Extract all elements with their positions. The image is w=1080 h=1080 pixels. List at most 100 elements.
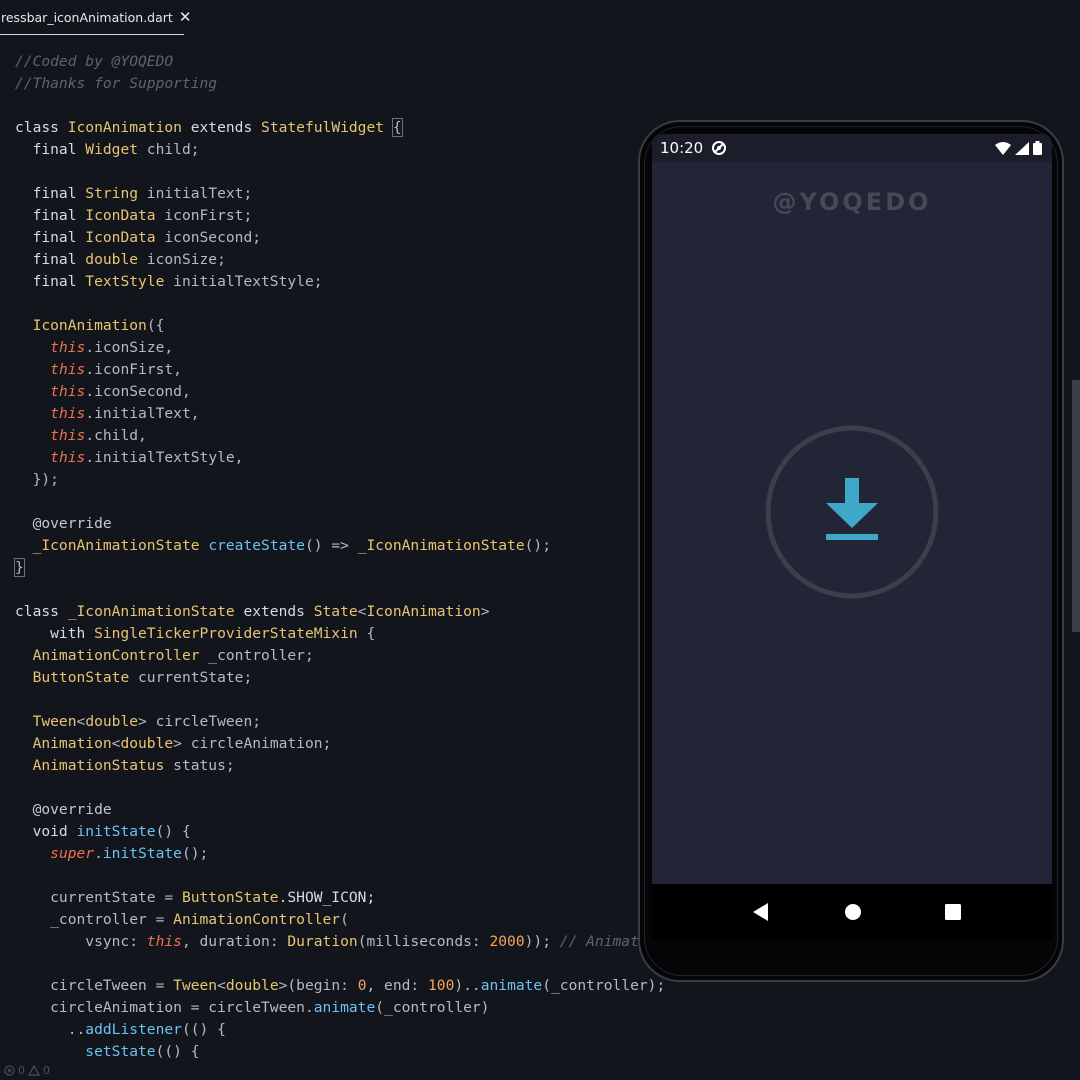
code-line[interactable]: final TextStyle initialTextStyle; xyxy=(15,271,665,293)
warning-count: 0 xyxy=(43,1064,50,1077)
editor-tab[interactable]: ressbar_iconAnimation.dart ✕ xyxy=(0,0,191,35)
code-line[interactable] xyxy=(15,865,665,887)
code-token: _IconAnimationState xyxy=(67,603,235,620)
code-token: AnimationController xyxy=(32,647,200,664)
code-line[interactable] xyxy=(15,689,665,711)
code-token: class xyxy=(15,603,68,620)
code-line[interactable]: _controller = AnimationController( xyxy=(15,909,665,931)
code-token: final xyxy=(15,273,86,290)
code-line[interactable] xyxy=(15,953,665,975)
code-line[interactable]: final IconData iconSecond; xyxy=(15,227,665,249)
code-token: this xyxy=(50,383,86,400)
code-line[interactable]: void initState() { xyxy=(15,821,665,843)
code-token: extends xyxy=(234,603,314,620)
download-button[interactable] xyxy=(764,424,940,600)
code-line[interactable]: @override xyxy=(15,799,665,821)
code-token: IconAnimation xyxy=(366,603,481,620)
code-line[interactable]: this.initialText, xyxy=(15,403,665,425)
code-line[interactable]: final Widget child; xyxy=(15,139,665,161)
code-line[interactable]: setState(() { xyxy=(15,1041,665,1063)
code-token: (() { xyxy=(181,1021,226,1038)
code-line[interactable]: this.initialTextStyle, xyxy=(15,447,665,469)
code-token: (); xyxy=(524,537,551,554)
editor-scrollbar[interactable] xyxy=(1072,380,1080,632)
code-token: currentState; xyxy=(129,669,253,686)
code-token: _controller; xyxy=(199,647,314,664)
back-icon[interactable] xyxy=(752,903,770,921)
code-line[interactable]: final IconData iconFirst; xyxy=(15,205,665,227)
code-line[interactable]: this.iconSize, xyxy=(15,337,665,359)
code-line[interactable]: with SingleTickerProviderStateMixin { xyxy=(15,623,665,645)
phone-emulator: 10:20 @YOQEDO xyxy=(638,120,1064,982)
code-line[interactable] xyxy=(15,161,665,183)
recents-icon[interactable] xyxy=(945,904,961,920)
code-line[interactable]: class IconAnimation extends StatefulWidg… xyxy=(15,117,665,139)
code-line[interactable]: Tween<double> circleTween; xyxy=(15,711,665,733)
code-line[interactable]: vsync: this, duration: Duration(millisec… xyxy=(15,931,665,953)
code-token: void xyxy=(15,823,77,840)
code-line[interactable] xyxy=(15,491,665,513)
problems-status[interactable]: 0 0 xyxy=(4,1064,50,1077)
code-line[interactable]: } xyxy=(14,557,665,579)
code-line[interactable]: super.initState(); xyxy=(15,843,665,865)
code-token: // Animat xyxy=(551,933,639,950)
code-token: SingleTickerProviderStateMixin xyxy=(94,625,358,642)
code-line[interactable]: ..addListener(() { xyxy=(15,1019,665,1041)
code-token: , duration: xyxy=(181,933,288,950)
home-icon[interactable] xyxy=(844,903,862,921)
code-line[interactable]: //Thanks for Supporting xyxy=(15,73,665,95)
code-token: () { xyxy=(155,823,191,840)
code-line[interactable]: this.iconSecond, xyxy=(15,381,665,403)
code-token: String xyxy=(85,185,139,202)
code-line[interactable]: IconAnimation({ xyxy=(15,315,665,337)
code-line[interactable]: currentState = ButtonState.SHOW_ICON; xyxy=(15,887,665,909)
code-token: //Thanks for Supporting xyxy=(15,75,218,92)
code-line[interactable]: circleAnimation = circleTween.animate(_c… xyxy=(15,997,665,1019)
code-token: Duration xyxy=(287,933,358,950)
code-line[interactable]: final String initialText; xyxy=(15,183,665,205)
code-token: @override xyxy=(15,515,112,532)
code-line[interactable] xyxy=(15,293,665,315)
code-token: initState xyxy=(76,823,156,840)
code-line[interactable] xyxy=(15,579,665,601)
code-line[interactable]: this.iconFirst, xyxy=(15,359,665,381)
code-line[interactable]: AnimationStatus status; xyxy=(15,755,665,777)
code-line[interactable] xyxy=(15,777,665,799)
code-line[interactable]: this.child, xyxy=(15,425,665,447)
code-line[interactable]: _IconAnimationState createState() => _Ic… xyxy=(15,535,665,557)
code-line[interactable]: @override xyxy=(15,513,665,535)
code-line[interactable]: //Coded by @YOQEDO xyxy=(15,51,665,73)
code-token: AnimationStatus xyxy=(32,757,165,774)
code-token: double xyxy=(85,713,139,730)
code-line[interactable]: AnimationController _controller; xyxy=(15,645,665,667)
code-line[interactable]: }); xyxy=(15,469,665,491)
code-editor[interactable]: //Coded by @YOQEDO //Thanks for Supportin… xyxy=(14,51,665,1063)
code-line[interactable]: circleTween = Tween<double>(begin: 0, en… xyxy=(15,975,665,997)
code-token: circleTween = xyxy=(15,977,174,994)
tab-close-icon[interactable]: ✕ xyxy=(179,8,192,26)
code-token: ({ xyxy=(146,317,165,334)
code-token: Animation xyxy=(32,735,112,752)
code-token: @override xyxy=(15,801,112,818)
code-line[interactable]: class _IconAnimationState extends State<… xyxy=(15,601,665,623)
code-token: currentState = xyxy=(15,889,182,906)
code-token: IconAnimation xyxy=(67,119,182,136)
code-token: this xyxy=(50,449,86,466)
code-token: 100 xyxy=(428,977,455,994)
phone-status-bar: 10:20 xyxy=(652,134,1052,162)
code-line[interactable]: Animation<double> circleAnimation; xyxy=(15,733,665,755)
code-line[interactable]: final double iconSize; xyxy=(15,249,665,271)
code-token: .child, xyxy=(85,427,147,444)
code-token: TextStyle xyxy=(85,273,165,290)
code-line[interactable]: ButtonState currentState; xyxy=(15,667,665,689)
code-token: double xyxy=(120,735,174,752)
code-line[interactable] xyxy=(15,95,665,117)
code-token: initState xyxy=(102,845,182,862)
